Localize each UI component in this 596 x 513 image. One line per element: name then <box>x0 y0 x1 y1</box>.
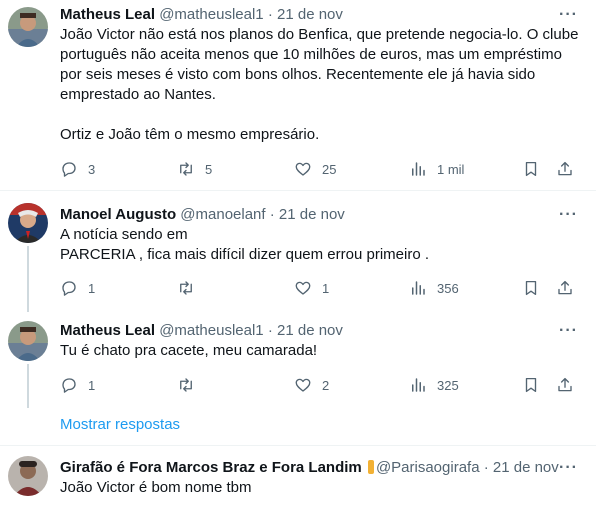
more-options-icon[interactable]: ··· <box>559 322 578 340</box>
avatar-image <box>8 203 48 243</box>
views-count: 325 <box>437 377 459 393</box>
like-button[interactable]: 1 <box>294 279 329 297</box>
views-icon <box>412 378 425 392</box>
reply-icon <box>62 281 76 296</box>
more-options-icon[interactable]: ··· <box>559 459 578 477</box>
bookmark-button[interactable] <box>522 376 540 394</box>
reply-count: 1 <box>88 280 96 296</box>
tweet[interactable]: Matheus Leal @matheusleal1 · 21 de nov ·… <box>0 5 596 185</box>
views-icon <box>412 281 425 295</box>
bookmark-button[interactable] <box>522 160 540 178</box>
like-count: 2 <box>322 377 330 393</box>
retweet-icon <box>180 281 192 295</box>
bookmark-icon <box>525 161 537 177</box>
tweet-header: Manoel Augusto @manoelanf · 21 de nov <box>60 205 345 225</box>
tweet-text: João Victor não está nos planos do Benfi… <box>60 26 579 143</box>
tweet-text: João Victor é bom nome tbm <box>60 479 252 496</box>
tweet-date[interactable]: 21 de nov <box>277 6 343 23</box>
retweet-button[interactable] <box>177 279 205 297</box>
tweet-text: A notícia sendo em PARCERIA , fica mais … <box>60 226 430 263</box>
reply-count: 3 <box>88 161 96 177</box>
views-button[interactable]: 1 mil <box>409 160 464 178</box>
like-button[interactable]: 2 <box>294 376 329 394</box>
tweet-header: Girafão é Fora Marcos Braz e Fora Landim… <box>60 458 559 478</box>
like-count: 1 <box>322 280 330 296</box>
views-button[interactable]: 356 <box>409 279 459 297</box>
like-icon <box>295 378 311 392</box>
views-count: 1 mil <box>437 161 465 177</box>
reply-button[interactable]: 1 <box>60 279 95 297</box>
retweet-icon <box>180 378 192 392</box>
tweet-text: Tu é chato pra cacete, meu camarada! <box>60 342 318 359</box>
bookmark-icon <box>525 377 537 393</box>
separator-dot: · <box>269 206 275 223</box>
like-icon <box>295 281 311 295</box>
author-name[interactable]: Matheus Leal <box>60 322 155 339</box>
tweet-header: Matheus Leal @matheusleal1 · 21 de nov <box>60 321 343 341</box>
bookmark-icon <box>525 280 537 296</box>
share-button[interactable] <box>556 376 574 394</box>
like-button[interactable]: 25 <box>294 160 336 178</box>
divider <box>0 445 596 446</box>
author-handle[interactable]: @matheusleal1 <box>159 6 263 23</box>
divider <box>0 190 596 191</box>
tweet[interactable]: Girafão é Fora Marcos Braz e Fora Landim… <box>0 456 596 513</box>
avatar-image <box>8 321 48 361</box>
show-replies-link[interactable]: Mostrar respostas <box>60 415 180 435</box>
separator-dot: · <box>267 322 273 339</box>
separator-dot: · <box>483 459 489 476</box>
reply-icon <box>62 378 76 393</box>
more-options-icon[interactable]: ··· <box>559 6 578 24</box>
avatar[interactable] <box>8 456 48 496</box>
like-icon <box>295 162 311 176</box>
author-name[interactable]: Manoel Augusto <box>60 206 176 223</box>
share-icon <box>558 280 572 295</box>
avatar[interactable] <box>8 321 48 361</box>
avatar[interactable] <box>8 7 48 47</box>
reply-icon <box>62 162 76 177</box>
share-icon <box>558 161 572 176</box>
avatar[interactable] <box>8 203 48 243</box>
author-name[interactable]: Matheus Leal <box>60 6 155 23</box>
tweet-date[interactable]: 21 de nov <box>279 206 345 223</box>
reply-button[interactable]: 1 <box>60 376 95 394</box>
share-button[interactable] <box>556 160 574 178</box>
tweet[interactable]: Manoel Augusto @manoelanf · 21 de nov ··… <box>0 203 596 305</box>
like-count: 25 <box>322 161 337 177</box>
more-options-icon[interactable]: ··· <box>559 206 578 224</box>
avatar-image <box>8 7 48 47</box>
retweet-count: 5 <box>205 161 213 177</box>
author-name[interactable]: Girafão é Fora Marcos Braz e Fora Landim <box>60 459 362 476</box>
tweet[interactable]: Matheus Leal @matheusleal1 · 21 de nov ·… <box>0 321 596 401</box>
tweet-actions: 3 5 25 1 mil <box>60 160 580 180</box>
tweet-actions: 1 2 325 <box>60 376 580 396</box>
views-icon <box>412 162 425 176</box>
reply-button[interactable]: 3 <box>60 160 95 178</box>
views-count: 356 <box>437 280 459 296</box>
tweet-actions: 1 1 356 <box>60 279 580 299</box>
tweet-header: Matheus Leal @matheusleal1 · 21 de nov <box>60 5 343 25</box>
tweet-date[interactable]: 21 de nov <box>493 459 559 476</box>
separator-dot: · <box>267 6 273 23</box>
author-handle[interactable]: @manoelanf <box>180 206 265 223</box>
author-handle[interactable]: @Parisaogirafa <box>376 459 480 476</box>
avatar-image <box>8 456 48 496</box>
emoji-icon <box>367 460 374 474</box>
tweet-date[interactable]: 21 de nov <box>277 322 343 339</box>
retweet-icon <box>180 162 192 176</box>
reply-count: 1 <box>88 377 96 393</box>
retweet-button[interactable]: 5 <box>177 160 212 178</box>
share-icon <box>558 377 572 392</box>
retweet-button[interactable] <box>177 376 205 394</box>
author-handle[interactable]: @matheusleal1 <box>159 322 263 339</box>
views-button[interactable]: 325 <box>409 376 459 394</box>
bookmark-button[interactable] <box>522 279 540 297</box>
share-button[interactable] <box>556 279 574 297</box>
